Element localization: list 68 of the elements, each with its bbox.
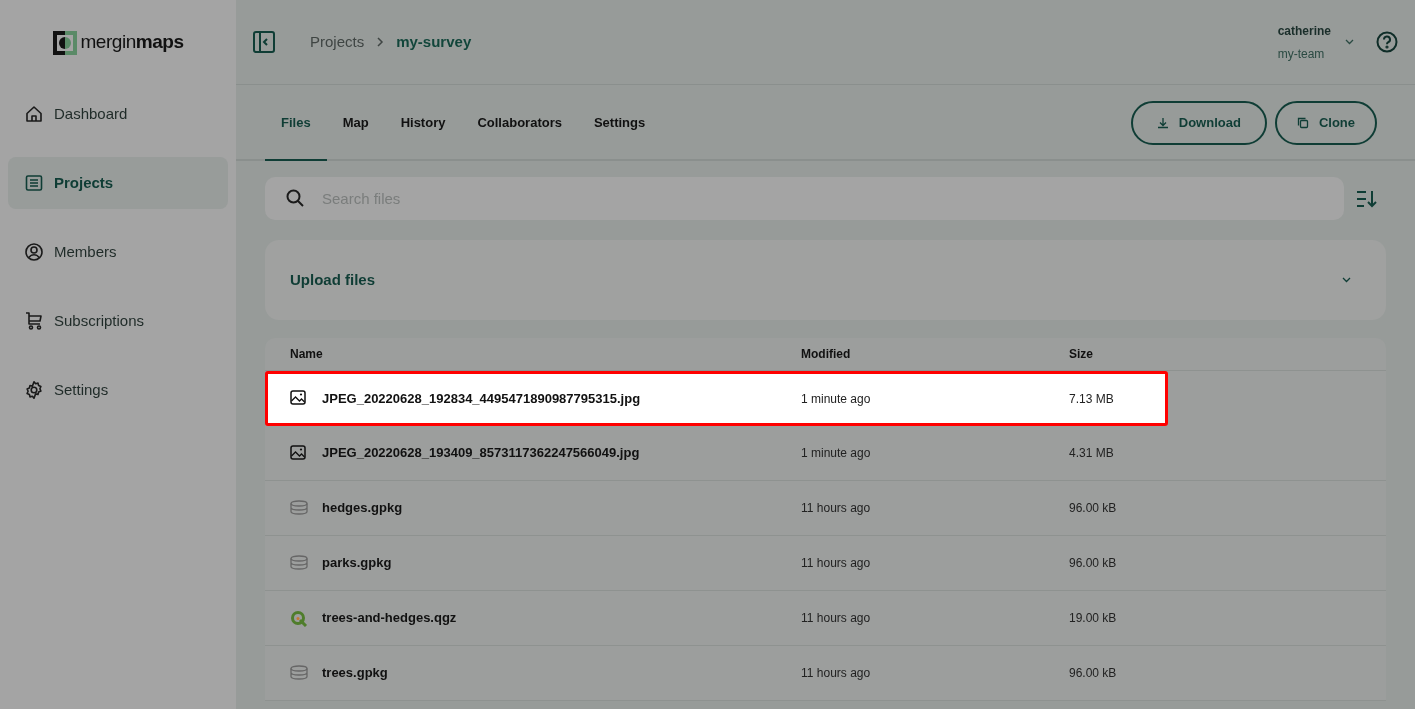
- chevron-down-icon: [1342, 277, 1351, 283]
- image-icon: [290, 390, 308, 407]
- column-header: Name: [289, 346, 324, 363]
- tab[interactable]: History: [384, 87, 462, 161]
- modified-time: 11 hours ago: [801, 610, 872, 627]
- file-name: trees-and-hedges.qgz: [322, 609, 457, 628]
- table-row[interactable]: JPEG_20220628_193409_8573117362247566049.jpg 1 minute ago 4.31 MB: [265, 426, 1386, 481]
- home-icon: [24, 104, 44, 124]
- chevron-right-icon: [376, 37, 385, 47]
- file-size: 96.00 kB: [1069, 500, 1118, 517]
- sidebar-item[interactable]: Members: [8, 226, 228, 278]
- user-menu[interactable]: catherine my-team: [1277, 21, 1354, 63]
- table-row[interactable]: hedges.gpkg 11 hours ago 96.00 kB: [265, 481, 1386, 536]
- download-icon: [1156, 116, 1169, 129]
- modified-time: 11 hours ago: [801, 665, 872, 682]
- help-icon[interactable]: [1376, 31, 1398, 53]
- tab[interactable]: Files: [265, 87, 327, 161]
- caret-icon: [1345, 39, 1354, 45]
- download-button[interactable]: Download: [1130, 100, 1267, 145]
- copy-icon: [1296, 116, 1309, 129]
- image-icon: [290, 444, 308, 462]
- sort-icon[interactable]: [1356, 189, 1378, 208]
- database-icon: [290, 499, 308, 517]
- clone-button[interactable]: Clone: [1274, 100, 1377, 145]
- q-logo-icon: [290, 609, 308, 627]
- file-name: parks.gpkg: [322, 554, 392, 573]
- breadcrumb-link[interactable]: Projects: [310, 30, 365, 54]
- sidebar-item[interactable]: Projects: [8, 157, 228, 209]
- cart-icon: [24, 311, 44, 331]
- tab[interactable]: Map: [326, 87, 385, 161]
- file-size: 4.31 MB: [1069, 445, 1115, 462]
- file-size: 19.00 kB: [1069, 610, 1118, 627]
- tab[interactable]: Settings: [577, 87, 662, 161]
- table-row[interactable]: trees-and-hedges.qgz 11 hours ago 19.00 kB: [265, 591, 1386, 646]
- list-icon: [24, 173, 44, 193]
- upload-title: Upload files: [290, 269, 375, 290]
- database-icon: [290, 664, 308, 682]
- column-header: Size: [1069, 346, 1094, 363]
- column-header: Modified: [801, 346, 852, 363]
- breadcrumb-current: my-survey: [396, 31, 472, 52]
- sidebar-item[interactable]: Subscriptions: [8, 295, 228, 347]
- file-size: 7.13 MB: [1069, 390, 1115, 408]
- user-icon: [24, 242, 44, 262]
- team-name: my-team: [1277, 45, 1326, 63]
- modified-time: 11 hours ago: [801, 555, 872, 572]
- file-size: 96.00 kB: [1069, 665, 1118, 682]
- logo-icon: [52, 30, 77, 55]
- modified-time: 11 hours ago: [801, 500, 872, 517]
- modified-time: 1 minute ago: [801, 390, 872, 408]
- sidebar-toggle-icon[interactable]: [253, 31, 275, 53]
- sidebar-item[interactable]: Dashboard: [8, 88, 228, 140]
- file-name: hedges.gpkg: [322, 499, 403, 518]
- logo-text: merginmaps: [80, 30, 184, 55]
- tab[interactable]: Collaborators: [461, 87, 578, 161]
- modified-time: 1 minute ago: [801, 445, 872, 462]
- upload-panel[interactable]: Upload files: [265, 240, 1386, 320]
- file-name: JPEG_20220628_193409_8573117362247566049.jpg: [322, 444, 640, 463]
- table-row[interactable]: JPEG_20220628_192834_4495471890987795315.jpg 1 minute ago 7.13 MB: [265, 371, 1168, 426]
- table-row[interactable]: trees.gpkg 11 hours ago 96.00 kB: [265, 646, 1386, 701]
- database-icon: [290, 554, 308, 572]
- user-name: catherine: [1277, 22, 1331, 40]
- file-size: 96.00 kB: [1069, 555, 1118, 572]
- settings-icon: [24, 380, 44, 400]
- table-row[interactable]: parks.gpkg 11 hours ago 96.00 kB: [265, 536, 1386, 591]
- search-icon: [286, 189, 304, 207]
- sidebar-item[interactable]: Settings: [8, 364, 228, 416]
- file-name: trees.gpkg: [322, 664, 388, 683]
- file-name: JPEG_20220628_192834_4495471890987795315.jpg: [322, 389, 641, 408]
